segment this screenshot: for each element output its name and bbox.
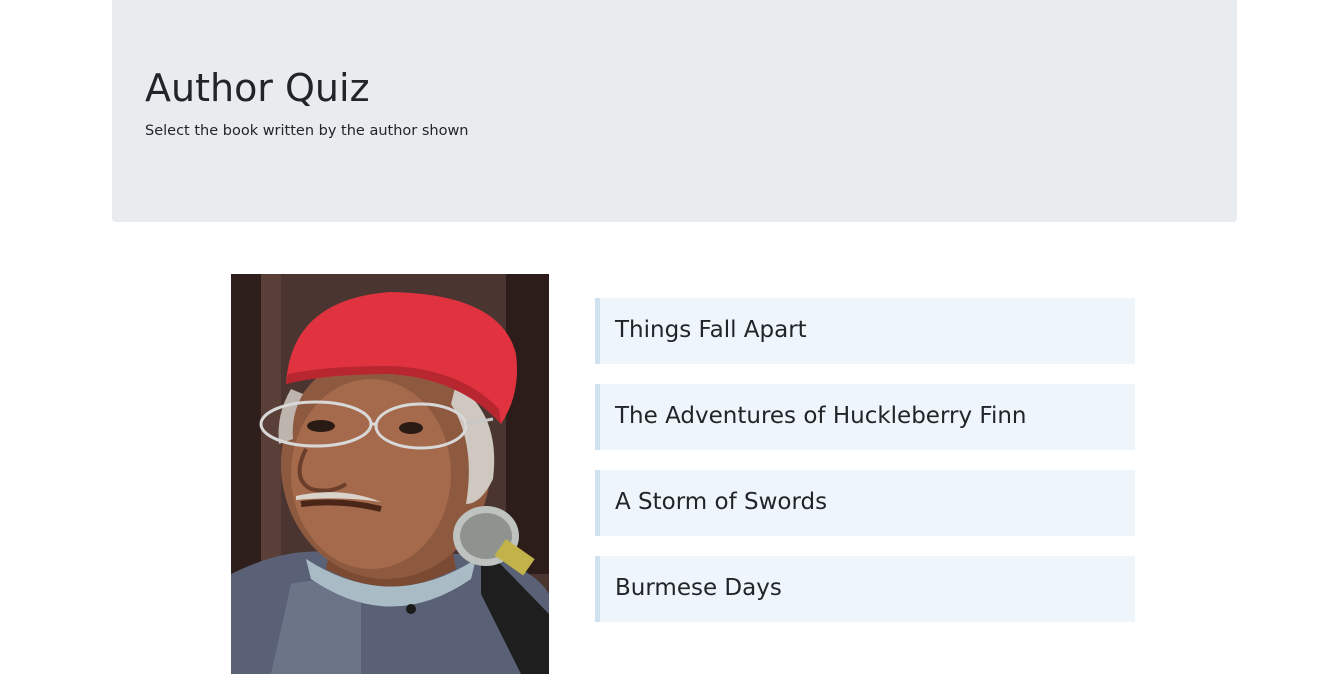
author-portrait-image <box>231 274 549 674</box>
answer-option[interactable]: Things Fall Apart <box>595 298 1135 364</box>
answer-label: A Storm of Swords <box>615 489 828 515</box>
page-subtitle: Select the book written by the author sh… <box>145 123 469 139</box>
answer-option[interactable]: Burmese Days <box>595 556 1135 622</box>
quiz-header: Author Quiz Select the book written by t… <box>112 0 1237 222</box>
answer-label: Things Fall Apart <box>615 317 807 343</box>
answer-option[interactable]: The Adventures of Huckleberry Finn <box>595 384 1135 450</box>
answer-option[interactable]: A Storm of Swords <box>595 470 1135 536</box>
page-title: Author Quiz <box>145 66 370 110</box>
answer-label: Burmese Days <box>615 575 782 601</box>
answer-label: The Adventures of Huckleberry Finn <box>615 403 1027 429</box>
